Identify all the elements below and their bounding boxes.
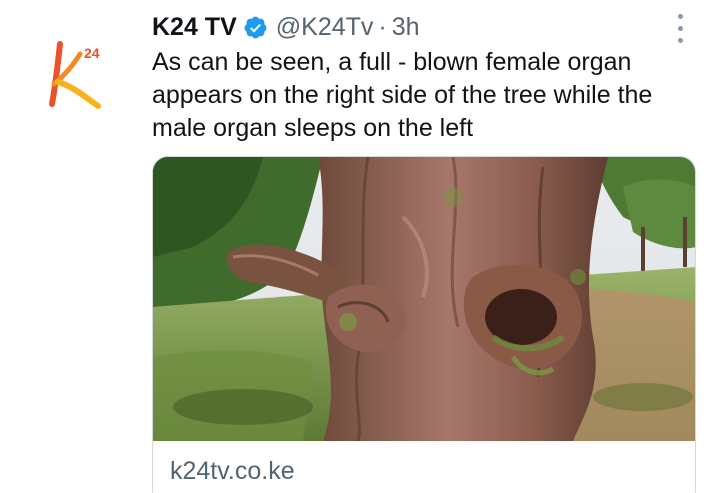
tweet-text: As can be seen, a full - blown female or…	[152, 48, 653, 142]
svg-text:24: 24	[84, 45, 100, 61]
verified-badge-icon	[243, 15, 268, 40]
k24-logo-icon: 24	[49, 41, 101, 109]
display-name[interactable]: K24 TV	[152, 13, 237, 42]
more-options-icon[interactable]	[670, 10, 690, 46]
link-card[interactable]: k24tv.co.ke	[152, 156, 696, 493]
tweet[interactable]: 24 K24 TV @K24Tv · 3h As can be seen, a …	[0, 0, 720, 493]
separator-dot: ·	[378, 12, 387, 41]
tree-trunk-photo[interactable]	[153, 157, 696, 441]
handle[interactable]: @K24Tv	[276, 13, 374, 42]
avatar[interactable]: 24	[36, 34, 122, 120]
timestamp[interactable]: 3h	[392, 13, 420, 42]
tweet-header: K24 TV @K24Tv · 3h	[152, 10, 420, 44]
card-domain[interactable]: k24tv.co.ke	[170, 457, 295, 486]
